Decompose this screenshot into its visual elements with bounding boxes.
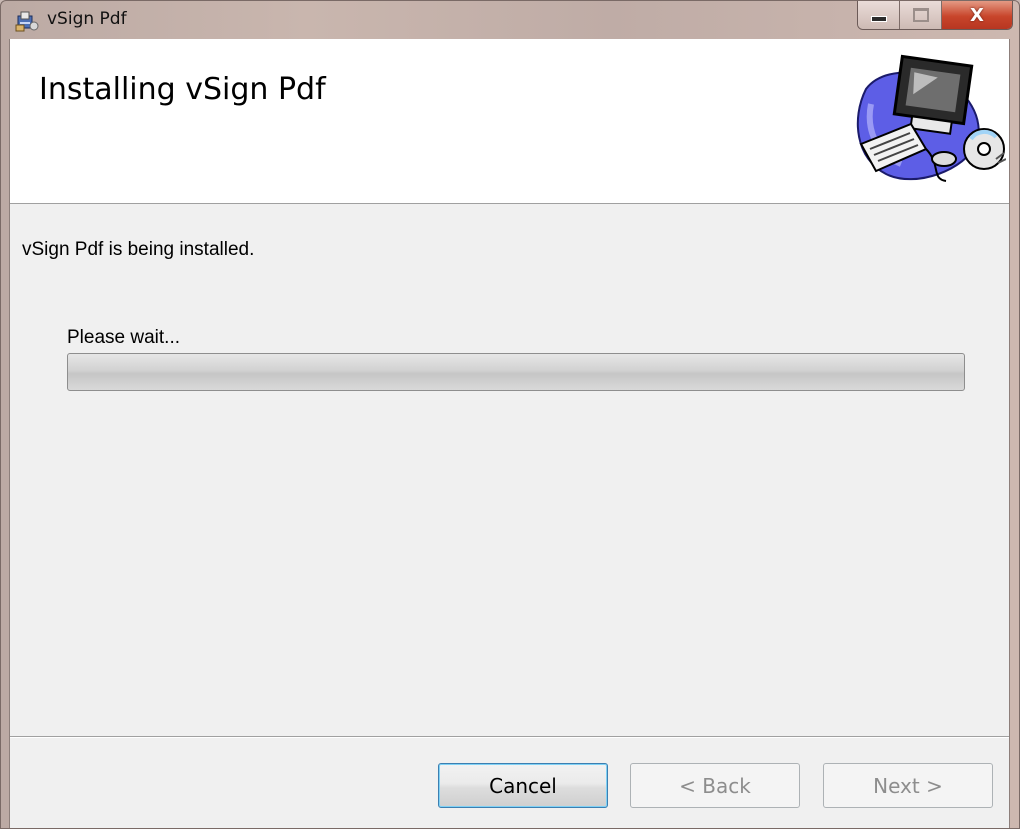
header-banner: Installing vSign Pdf: [10, 39, 1009, 204]
close-icon: X: [970, 4, 984, 26]
minimize-button[interactable]: [858, 1, 900, 29]
footer-separator: [10, 736, 1009, 738]
maximize-button[interactable]: [900, 1, 942, 29]
caption-buttons: X: [857, 1, 1013, 30]
cancel-button[interactable]: Cancel: [438, 763, 608, 808]
installer-window: vSign Pdf X Installing vSign Pdf vSign P…: [0, 0, 1020, 829]
back-button[interactable]: < Back: [630, 763, 800, 808]
title-bar[interactable]: vSign Pdf X: [1, 1, 1019, 39]
window-title: vSign Pdf: [47, 9, 127, 29]
installer-app-icon: [15, 10, 39, 32]
computer-cd-icon: [846, 49, 1007, 194]
install-progress-bar: [67, 353, 965, 391]
next-button[interactable]: Next >: [823, 763, 993, 808]
please-wait-label: Please wait...: [67, 327, 180, 348]
minimize-icon: [870, 16, 887, 22]
page-title: Installing vSign Pdf: [39, 72, 326, 107]
install-status-text: vSign Pdf is being installed.: [22, 239, 255, 260]
installer-client-area: Installing vSign Pdf vSign Pdf is being …: [9, 39, 1010, 828]
close-button[interactable]: X: [942, 1, 1012, 29]
maximize-icon: [912, 8, 929, 22]
